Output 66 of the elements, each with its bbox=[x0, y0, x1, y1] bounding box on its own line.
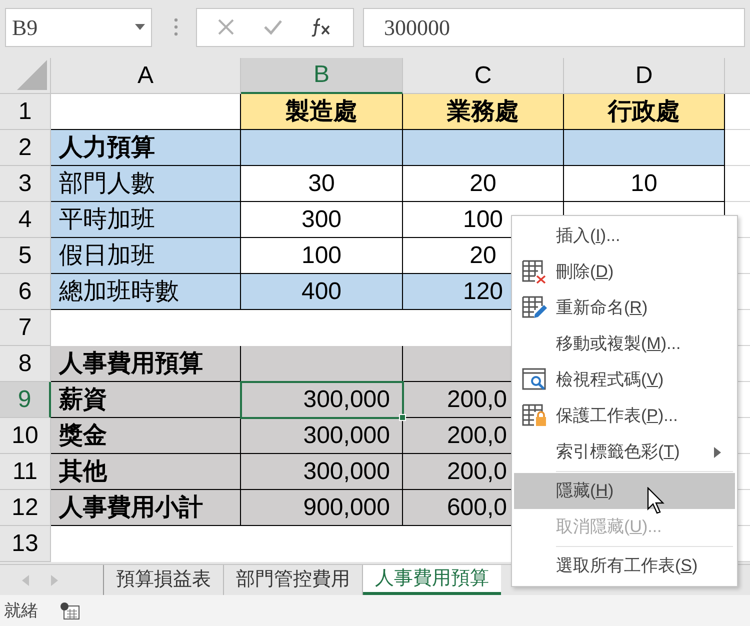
row-header[interactable]: 7 bbox=[0, 310, 51, 346]
dropdown-icon[interactable] bbox=[135, 24, 145, 30]
row-header[interactable]: 2 bbox=[0, 130, 51, 166]
column-header[interactable]: C bbox=[403, 58, 564, 94]
table-cell: 300,000 bbox=[241, 454, 403, 490]
menu-item[interactable]: 移動或複製(M)... bbox=[514, 326, 735, 362]
row-header[interactable]: 9 bbox=[0, 382, 51, 418]
table-cell: 其他 bbox=[51, 454, 241, 490]
row-header[interactable]: 11 bbox=[0, 454, 51, 490]
menu-item-label: 選取所有工作表(S) bbox=[556, 555, 698, 578]
cancel-icon[interactable] bbox=[217, 18, 235, 36]
table-lock-icon bbox=[522, 404, 548, 428]
row-header[interactable]: 8 bbox=[0, 346, 51, 382]
menu-item[interactable]: 選取所有工作表(S) bbox=[514, 548, 735, 584]
table-cell: 人事費用預算 bbox=[51, 346, 241, 382]
table-cell: 獎金 bbox=[51, 418, 241, 454]
column-header[interactable]: A bbox=[51, 58, 241, 94]
table-cell: 部門人數 bbox=[51, 166, 241, 202]
row-header[interactable]: 10 bbox=[0, 418, 51, 454]
row-header[interactable]: 3 bbox=[0, 166, 51, 202]
table-cell: 10 bbox=[564, 166, 725, 202]
row-header[interactable]: 5 bbox=[0, 238, 51, 274]
check-icon[interactable] bbox=[263, 19, 283, 35]
table-cell: 假日加班 bbox=[51, 238, 241, 274]
table-cell: 人力預算 bbox=[51, 130, 241, 166]
row-header[interactable]: 1 bbox=[0, 94, 51, 130]
select-all-icon[interactable] bbox=[17, 60, 47, 90]
menu-item[interactable]: 隱藏(H) bbox=[514, 473, 735, 509]
table-cell: 薪資 bbox=[51, 382, 241, 418]
row-header[interactable]: 13 bbox=[0, 526, 51, 562]
column-header[interactable]: D bbox=[564, 58, 725, 94]
table-cell: 製造處 bbox=[241, 94, 403, 130]
table-cell: 100 bbox=[241, 238, 403, 274]
table-cell: 總加班時數 bbox=[51, 274, 241, 310]
table-cell: 行政處 bbox=[564, 94, 725, 130]
submenu-arrow-icon bbox=[714, 447, 721, 458]
table-cell: 900,000 bbox=[241, 490, 403, 526]
table-cell: 400 bbox=[241, 274, 403, 310]
fill-handle[interactable] bbox=[399, 414, 406, 421]
menu-item-label: 移動或複製(M)... bbox=[556, 333, 681, 356]
mouse-pointer-icon bbox=[647, 487, 667, 515]
table-cell: 30 bbox=[241, 166, 403, 202]
table-cell: 人事費用小計 bbox=[51, 490, 241, 526]
table-cell: 業務處 bbox=[403, 94, 564, 130]
status-text: 就緒 bbox=[4, 600, 38, 622]
window-search-icon bbox=[522, 368, 548, 392]
scroll-right-icon[interactable] bbox=[51, 574, 58, 586]
row-header[interactable]: 12 bbox=[0, 490, 51, 526]
row-header[interactable]: 6 bbox=[0, 274, 51, 310]
table-cell: 20 bbox=[403, 166, 564, 202]
row-header[interactable]: 4 bbox=[0, 202, 51, 238]
table-pencil-icon bbox=[522, 296, 548, 320]
cell-reference: B9 bbox=[12, 14, 38, 42]
column-header[interactable]: B bbox=[241, 58, 403, 94]
table-cell: 300 bbox=[241, 202, 403, 238]
macro-record-icon[interactable] bbox=[60, 602, 80, 620]
more-icon[interactable] bbox=[174, 17, 178, 37]
sheet-tab[interactable]: 人事費用預算 bbox=[363, 565, 501, 595]
table-cell: 300,000 bbox=[241, 418, 403, 454]
column-header[interactable] bbox=[725, 58, 750, 94]
table-cell: 平時加班 bbox=[51, 202, 241, 238]
table-delete-icon bbox=[522, 260, 548, 284]
formula-field[interactable]: 300000 bbox=[363, 8, 745, 46]
name-box[interactable]: B9 bbox=[5, 8, 152, 46]
table-cell: 300,000 bbox=[241, 382, 403, 418]
scroll-left-icon[interactable] bbox=[22, 574, 29, 586]
